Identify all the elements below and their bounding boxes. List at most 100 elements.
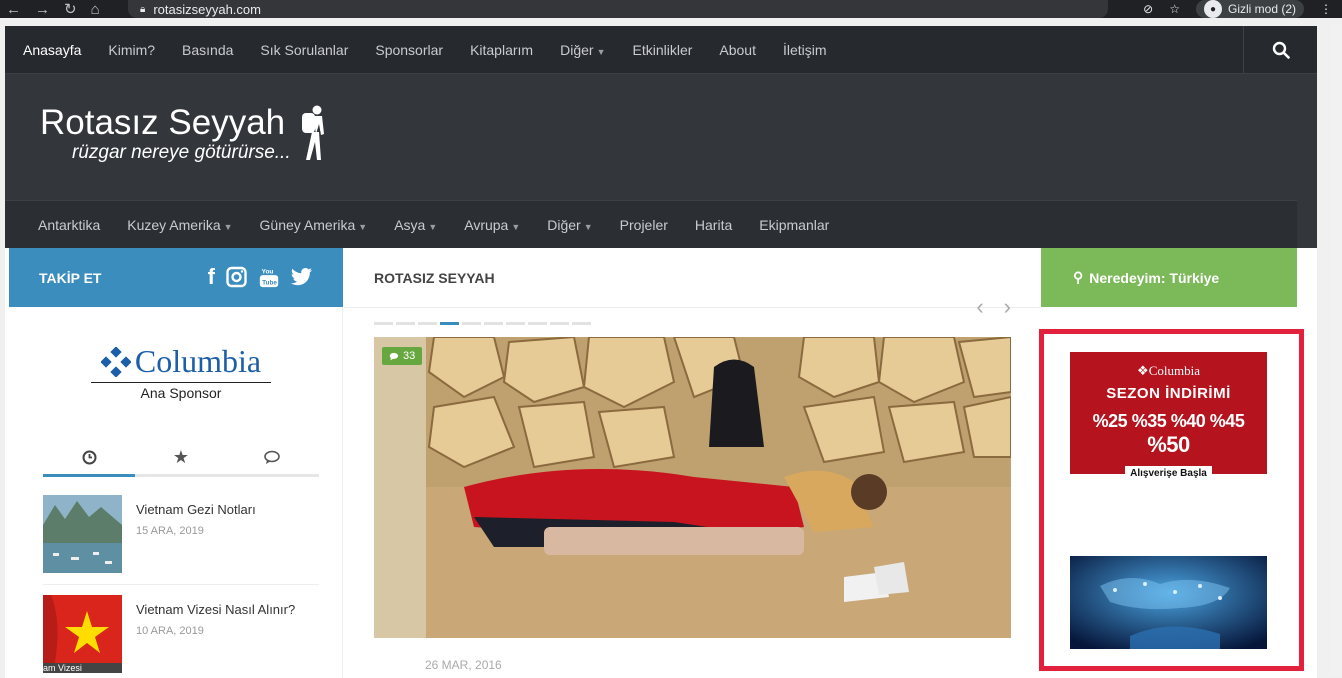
category-projeler[interactable]: Projeler xyxy=(620,217,668,233)
svg-text:Tube: Tube xyxy=(262,279,277,286)
youtube-icon[interactable]: You Tube xyxy=(258,266,280,288)
ad-percent: %40 xyxy=(1170,411,1206,431)
columbia-ad-banner[interactable]: ❖Columbia SEZON İNDİRİMİ %25 %35 %40 %45… xyxy=(1070,352,1267,481)
category-asya[interactable]: Asya ▼ xyxy=(394,217,437,233)
post-title[interactable]: Vietnam Gezi Notları xyxy=(136,502,256,517)
slider-dot[interactable] xyxy=(484,322,503,325)
top-nav-item-about[interactable]: About xyxy=(719,42,756,58)
main-sponsor[interactable]: Columbia Ana Sponsor xyxy=(91,343,271,401)
top-nav-item-kitaplarim[interactable]: Kitaplarım xyxy=(470,42,533,58)
slider-dot[interactable] xyxy=(572,322,591,325)
tab-recent[interactable] xyxy=(43,441,135,477)
top-nav-item-diger-label: Diğer xyxy=(560,41,594,58)
category-avrupa[interactable]: Avrupa ▼ xyxy=(464,217,520,233)
incognito-icon: ● xyxy=(1203,0,1222,18)
network-ad-banner[interactable] xyxy=(1070,556,1267,649)
menu-dots-icon[interactable]: ⋮ xyxy=(1320,2,1332,16)
ad-percent: %50 xyxy=(1147,432,1190,457)
comment-count-badge[interactable]: 33 xyxy=(382,347,423,365)
browser-nav: ← → ↻ ⌂ xyxy=(6,0,100,19)
recent-post[interactable]: Vietnam Gezi Notları 15 ARA, 2019 xyxy=(43,495,319,573)
top-nav-item-diger[interactable]: Diğer ▼ xyxy=(560,42,605,58)
top-nav-item-basinda[interactable]: Basında xyxy=(182,42,233,58)
post-divider xyxy=(43,584,319,585)
recent-post[interactable]: Vietnam Vizesi Nasıl Alınır? 10 ARA, 201… xyxy=(43,595,319,673)
featured-slide[interactable]: 33 xyxy=(374,337,1011,638)
post-date: 15 ARA, 2019 xyxy=(136,525,204,537)
incognito-chip[interactable]: ● Gizli mod (2) xyxy=(1195,0,1304,18)
browser-toolbar: ← → ↻ ⌂ 🔒︎ rotasizseyyah.com ⊘ ☆ ● Gizli… xyxy=(0,0,1342,18)
sponsor-caption: Ana Sponsor xyxy=(140,385,222,401)
columbia-diamond-icon: ❖ xyxy=(1137,363,1149,378)
chevron-down-icon: ▼ xyxy=(596,46,606,57)
post-thumbnail xyxy=(43,595,122,673)
svg-text:You: You xyxy=(262,268,274,275)
clock-icon xyxy=(82,450,96,465)
featured-image xyxy=(374,337,1011,638)
slider-dot[interactable] xyxy=(418,322,437,325)
category-diger-label: Diğer xyxy=(547,216,581,233)
category-antarktika[interactable]: Antarktika xyxy=(38,217,100,233)
site-title[interactable]: Rotasız Seyyah xyxy=(40,103,285,143)
instagram-icon[interactable] xyxy=(226,266,247,288)
category-harita[interactable]: Harita xyxy=(695,217,732,233)
top-nav-item-etkinlikler[interactable]: Etkinlikler xyxy=(632,42,692,58)
top-nav-item-iletisim[interactable]: İletişim xyxy=(783,42,827,58)
facebook-icon[interactable]: f xyxy=(208,264,215,289)
category-diger[interactable]: Diğer ▼ xyxy=(547,217,592,233)
chevron-right-icon[interactable]: › xyxy=(1004,294,1011,320)
comments-icon xyxy=(264,450,280,464)
ad-brand-text: Columbia xyxy=(1148,363,1200,378)
url-text: rotasizseyyah.com xyxy=(153,1,261,17)
location-label: Neredeyim: Türkiye xyxy=(1089,269,1220,286)
main-content: TAKİP ET f You Tube Columbia Ana Sponsor xyxy=(5,248,1317,678)
thumb-caption: am Vizesi xyxy=(43,663,82,673)
ad-percent: %35 xyxy=(1131,411,1167,431)
top-nav-item-anasayfa[interactable]: Anasayfa xyxy=(23,42,81,58)
category-avrupa-label: Avrupa xyxy=(464,216,509,233)
search-button[interactable] xyxy=(1243,26,1317,74)
social-links: f You Tube xyxy=(208,264,313,289)
post-title[interactable]: Vietnam Vizesi Nasıl Alınır? xyxy=(136,602,295,617)
featured-heading: ROTASIZ SEYYAH xyxy=(344,248,1041,308)
twitter-icon[interactable] xyxy=(291,266,313,288)
slider-dot[interactable] xyxy=(506,322,525,325)
bookmark-star-icon[interactable]: ☆ xyxy=(1169,2,1180,16)
tab-popular[interactable]: ★ xyxy=(135,441,227,474)
back-icon[interactable]: ← xyxy=(6,1,21,18)
slider-dot[interactable] xyxy=(462,322,481,325)
slider-dot[interactable] xyxy=(528,322,547,325)
comments-icon xyxy=(389,352,399,360)
category-guney-amerika[interactable]: Güney Amerika ▼ xyxy=(260,217,368,233)
category-guney-amerika-label: Güney Amerika xyxy=(259,216,356,233)
eye-off-icon[interactable]: ⊘ xyxy=(1143,2,1153,16)
reload-icon[interactable]: ↻ xyxy=(64,0,77,18)
location-bar: ⚲ Neredeyim: Türkiye xyxy=(1041,248,1297,307)
slider-dot[interactable] xyxy=(396,322,415,325)
tab-comments[interactable] xyxy=(227,441,319,474)
top-nav: Anasayfa Kimim? Basında Sık Sorulanlar S… xyxy=(5,26,1317,74)
slider-dot[interactable] xyxy=(550,322,569,325)
left-sidebar: TAKİP ET f You Tube Columbia Ana Sponsor xyxy=(9,248,343,678)
top-nav-item-sss[interactable]: Sık Sorulanlar xyxy=(260,42,348,58)
address-bar[interactable]: 🔒︎ rotasizseyyah.com xyxy=(128,0,1108,18)
chevron-down-icon: ▼ xyxy=(583,221,593,232)
ad-brand: ❖Columbia xyxy=(1070,363,1267,379)
slider-dot[interactable] xyxy=(374,322,393,325)
forward-icon[interactable]: → xyxy=(35,1,50,18)
page-scrollbar[interactable] xyxy=(1330,24,1342,676)
home-icon[interactable]: ⌂ xyxy=(91,1,100,18)
ad-shop-button[interactable]: Alışverişe Başla xyxy=(1125,466,1212,481)
sidebar-tabs: ★ xyxy=(43,441,319,477)
follow-label: TAKİP ET xyxy=(39,269,102,286)
browser-actions: ⊘ ☆ ● Gizli mod (2) ⋮ xyxy=(1143,0,1332,18)
slider-dot-active[interactable] xyxy=(440,322,459,325)
right-sidebar: ⚲ Neredeyim: Türkiye ❖Columbia SEZON İND… xyxy=(1039,248,1317,678)
category-kuzey-amerika[interactable]: Kuzey Amerika ▼ xyxy=(127,217,232,233)
category-ekipmanlar[interactable]: Ekipmanlar xyxy=(759,217,829,233)
chevron-left-icon[interactable]: ‹ xyxy=(976,294,983,320)
top-nav-item-kimim[interactable]: Kimim? xyxy=(108,42,155,58)
star-icon: ★ xyxy=(172,447,190,467)
top-nav-item-sponsorlar[interactable]: Sponsorlar xyxy=(375,42,443,58)
follow-bar: TAKİP ET f You Tube xyxy=(9,248,343,307)
